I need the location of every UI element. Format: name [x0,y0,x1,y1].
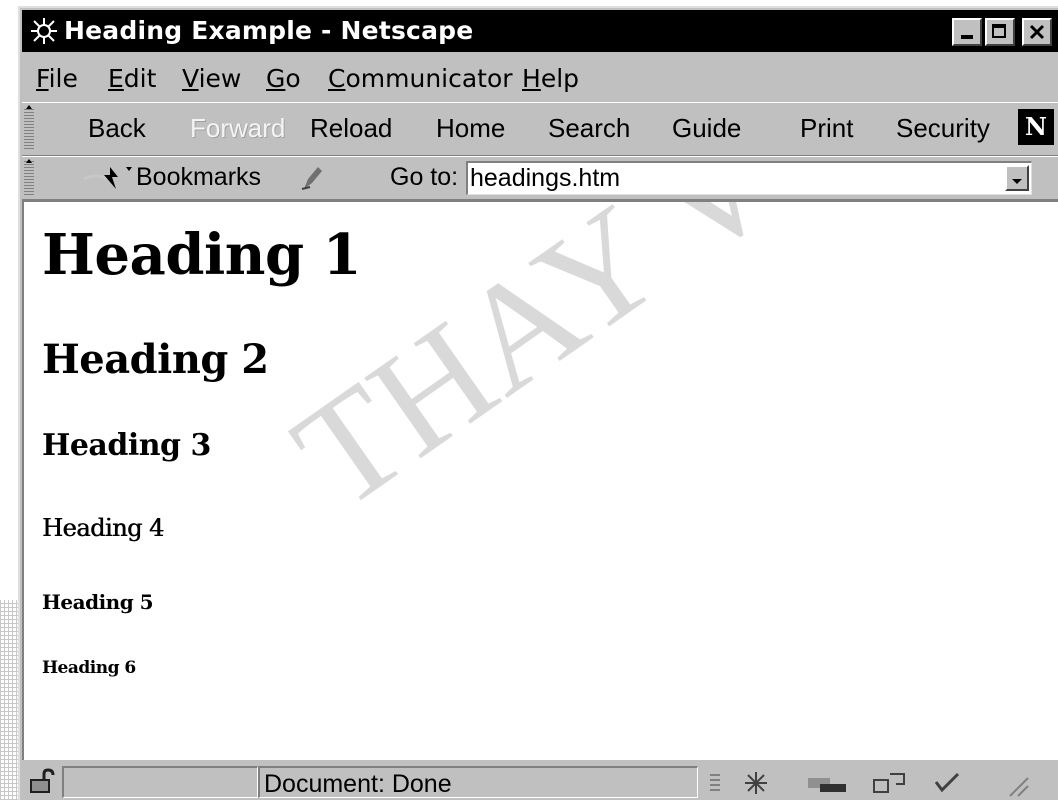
menu-view[interactable]: View [182,64,241,93]
heading-1: Heading 1 [42,222,362,288]
status-bar: Document: Done [22,762,1058,802]
back-button[interactable]: Back [88,113,146,144]
page-proxy-icon[interactable] [298,165,326,191]
url-input[interactable] [470,163,1000,193]
heading-2: Heading 2 [42,336,269,383]
security-button[interactable]: Security [896,113,990,144]
guide-button[interactable]: Guide [672,113,741,144]
location-field[interactable] [466,161,1032,195]
reload-button[interactable]: Reload [310,113,392,144]
goto-label: Go to: [390,163,459,191]
status-text: Document: Done [264,770,452,798]
title-bar: Heading Example - Netscape [22,10,1058,52]
heading-4: Heading 4 [42,514,164,542]
navigation-toolbar: Back Forward Reload Home Search Guide Pr… [22,102,1058,156]
discussion-icon [873,773,905,793]
page-content: Heading 1 Heading 2 Heading 3 Heading 4 … [22,200,1058,760]
window-title: Heading Example - Netscape [64,16,474,45]
close-button[interactable] [1022,18,1052,46]
menu-edit[interactable]: Edit [108,64,156,93]
home-button[interactable]: Home [436,113,505,144]
minimize-button[interactable] [952,18,982,46]
composer-icon [934,772,960,793]
menu-help[interactable]: Help [522,64,579,93]
toolbar-grip[interactable] [24,107,34,149]
print-button[interactable]: Print [800,113,853,144]
heading-3: Heading 3 [42,428,211,463]
security-lock-icon[interactable] [28,768,58,794]
progress-field [62,766,258,798]
browser-window: Heading Example - Netscape File Edit Vie… [18,6,1058,800]
netscape-app-icon [31,18,57,44]
close-icon [1029,24,1045,40]
bookmarks-icon [83,167,132,189]
navigator-icon [745,772,767,794]
bookmarks-button[interactable]: Bookmarks [136,163,261,192]
heading-5: Heading 5 [42,590,154,614]
location-grip[interactable] [24,161,34,195]
forward-button[interactable]: Forward [190,113,285,144]
component-bar-grip [710,774,720,791]
mailbox-icon [808,778,846,792]
menu-communicator[interactable]: Communicator [328,64,513,93]
netscape-logo[interactable]: N [1018,109,1054,145]
menu-bar: File Edit View Go Communicator Help [22,56,1058,100]
menu-go[interactable]: Go [266,64,301,93]
maximize-button[interactable] [985,18,1015,46]
heading-6: Heading 6 [42,658,136,678]
search-button[interactable]: Search [548,113,630,144]
resize-grip [1009,777,1029,797]
location-dropdown-button[interactable] [1005,165,1029,191]
menu-file[interactable]: File [36,64,78,93]
location-toolbar: Bookmarks Go to: [22,156,1058,200]
component-bar-icons [710,772,1029,797]
